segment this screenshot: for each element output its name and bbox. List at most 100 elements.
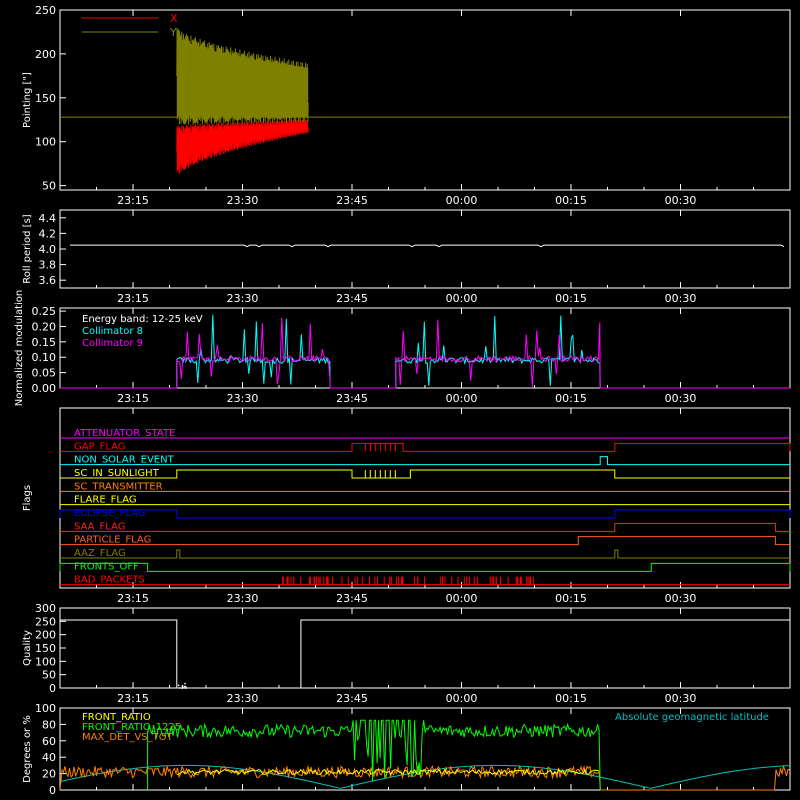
- flag-line: [59, 509, 791, 519]
- panel-flags: 23:15 23:30 23:45 00:00 00:15 00:30 Flags ATTEN…: [22, 407, 791, 605]
- y-tick-label: 3.6: [39, 274, 57, 287]
- y-tick-label: 0: [49, 682, 56, 695]
- y-tick-label: 50: [42, 180, 56, 193]
- flag-label: AAZ_FLAG: [74, 548, 126, 559]
- panel-roll_period: 23:15 23:30 23:45 00:00 00:15 00:30 3.6 3.8 4.0 4…: [22, 209, 791, 305]
- quality-point: [177, 684, 180, 687]
- x-tick-label: 23:30: [227, 392, 259, 405]
- x-tick-label: 00:00: [446, 194, 478, 207]
- flag-line: [60, 522, 790, 532]
- legend-label-y: Y: [169, 26, 177, 39]
- series-y-band: [176, 29, 309, 125]
- quality-line: [60, 619, 790, 689]
- x-tick-label: 00:00: [446, 692, 478, 705]
- flag-label: ATTENUATOR_STATE: [74, 428, 175, 439]
- series-collimator-8-line: [60, 314, 790, 389]
- y-tick-label: 250: [35, 4, 56, 17]
- flag-row-attenuator-state: ATTENUATOR_STATE: [60, 428, 790, 439]
- x-tick-label: 23:30: [227, 194, 259, 207]
- flag-row-non-solar-event: NON_SOLAR_EVENT: [60, 455, 790, 466]
- flag-row-flare-flag: FLARE_FLAG: [60, 495, 790, 506]
- flag-line: [60, 549, 790, 559]
- y-tick-label: 4.2: [39, 227, 57, 240]
- x-tick-label: 00:30: [665, 592, 697, 605]
- x-tick-label: 00:15: [555, 592, 587, 605]
- x-tick-label: 00:00: [446, 292, 478, 305]
- flag-line: [59, 562, 791, 572]
- x-tick-label: 23:45: [336, 692, 368, 705]
- quality-point: [181, 684, 184, 687]
- y-tick-label: 200: [35, 48, 56, 61]
- flag-row-fronts-off: FRONTS_OFF: [59, 561, 791, 572]
- x-tick-label: 00:15: [555, 194, 587, 207]
- y-tick-label: 200: [35, 629, 56, 642]
- chart-figure: 23:15 23:30 23:45 00:00 00:15 00:30 50 100 150 20…: [0, 0, 800, 800]
- y-tick-label: 100: [35, 702, 56, 715]
- flag-row-eclipse-flag: ECLIPSE_FLAG: [59, 508, 791, 519]
- x-tick-label: 00:00: [446, 392, 478, 405]
- y-tick-label: 0.00: [32, 382, 57, 395]
- flag-label: FRONTS_OFF: [74, 561, 139, 572]
- flag-label: FLARE_FLAG: [74, 495, 137, 506]
- y-tick-label: 80: [42, 718, 56, 731]
- y-tick-label: 4.0: [39, 243, 57, 256]
- y-tick-label: 4.4: [39, 212, 57, 225]
- y-tick-label: 300: [35, 602, 56, 615]
- flag-row-particle-flag: PARTICLE_FLAG: [60, 535, 790, 546]
- y-tick-label: 50: [42, 669, 56, 682]
- x-tick-label: 23:45: [336, 592, 368, 605]
- y-tick-label: 0.25: [32, 305, 57, 318]
- x-tick-label: 23:45: [336, 194, 368, 207]
- x-tick-label: 00:30: [665, 392, 697, 405]
- quality-point: [184, 682, 186, 685]
- flag-label: SC_TRANSMITTER: [74, 481, 163, 492]
- y-axis-label: Roll period [s]: [22, 214, 33, 283]
- y-tick-label: 60: [42, 735, 56, 748]
- quality-point: [179, 687, 181, 689]
- legend-label-geomag: Absolute geomagnetic latitude: [615, 712, 769, 723]
- flag-row-sc-in-sunlight: SC_IN_SUNLIGHT: [60, 468, 790, 479]
- panel-pointing: 23:15 23:30 23:45 00:00 00:15 00:30 50 100 150 20…: [22, 4, 791, 207]
- x-tick-label: 23:30: [227, 592, 259, 605]
- x-tick-label: 23:15: [117, 592, 149, 605]
- y-tick-label: 100: [35, 136, 56, 149]
- x-tick-label: 23:45: [336, 292, 368, 305]
- chart-canvas: 23:15 23:30 23:45 00:00 00:15 00:305010015020…: [14, 4, 791, 797]
- panel-modulation: 23:15 23:30 23:45 00:00 00:15 00:30 0.00 0.05 0.…: [14, 290, 791, 407]
- y-axis-label: Quality: [22, 630, 33, 666]
- flag-label: GAP_FLAG: [74, 441, 126, 452]
- annotation-0: Energy band: 12-25 keV: [82, 314, 203, 325]
- y-tick-label: 20: [42, 768, 56, 781]
- y-tick-label: 0.10: [32, 351, 57, 364]
- y-tick-label: 250: [35, 615, 56, 628]
- flag-label: NON_SOLAR_EVENT: [74, 455, 175, 466]
- x-tick-label: 23:15: [117, 194, 149, 207]
- y-axis-label: Pointing ["]: [22, 72, 33, 128]
- flag-row-sc-transmitter: SC_TRANSMITTER: [60, 481, 790, 492]
- flag-label: PARTICLE_FLAG: [74, 535, 151, 546]
- y-tick-label: 150: [35, 92, 56, 105]
- y-axis-label: Normalized modulation: [14, 290, 25, 407]
- flag-line: [60, 442, 791, 452]
- panel-quality: 23:15 23:30 23:45 00:00 00:15 00:300501001502…: [22, 602, 791, 705]
- panel-frame: [59, 209, 791, 289]
- series-x-band: [176, 124, 309, 174]
- x-tick-label: 00:15: [555, 292, 587, 305]
- y-axis-label: Flags: [22, 485, 33, 511]
- flag-label: ECLIPSE_FLAG: [74, 508, 145, 519]
- x-tick-label: 00:15: [555, 392, 587, 405]
- flag-line: [60, 536, 790, 546]
- y-axis-label: Degrees or %: [22, 715, 33, 783]
- flag-label: BAD_PACKETS: [74, 575, 145, 586]
- x-tick-label: 23:45: [336, 392, 368, 405]
- legend-label-2: MAX_DET_VS_TOT: [82, 732, 174, 743]
- y-tick-label: 0: [49, 784, 56, 797]
- x-tick-label: 23:15: [117, 692, 149, 705]
- x-tick-label: 23:15: [117, 292, 149, 305]
- y-tick-label: 150: [35, 642, 56, 655]
- flag-row-saa-flag: SAA_FLAG: [60, 521, 790, 532]
- flag-label: SAA_FLAG: [74, 521, 125, 532]
- x-tick-label: 00:30: [665, 692, 697, 705]
- x-tick-label: 23:30: [227, 692, 259, 705]
- flag-line: [60, 469, 790, 479]
